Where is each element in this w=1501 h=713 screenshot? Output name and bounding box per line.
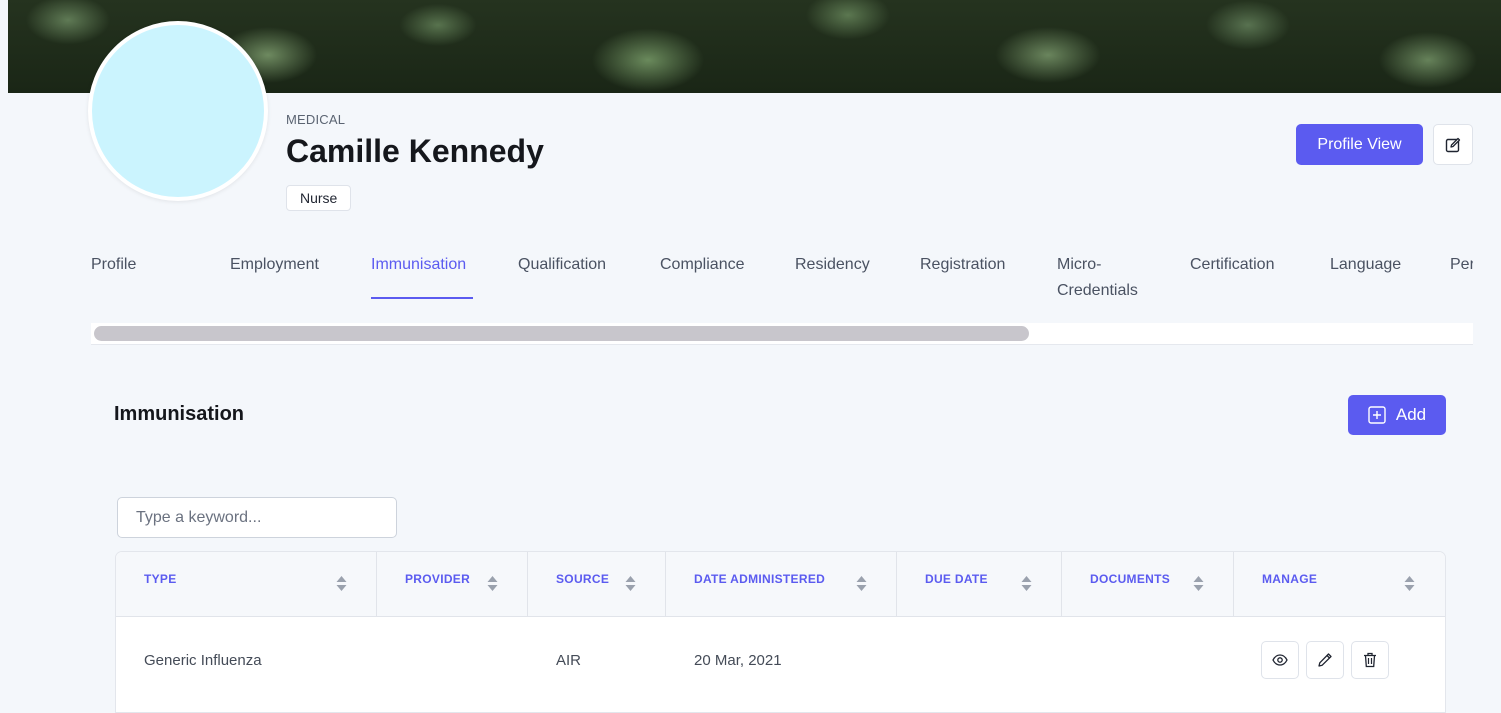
tab-certification[interactable]: Certification <box>1190 252 1274 278</box>
column-header-manage[interactable]: MANAGE <box>1234 552 1445 616</box>
trash-icon <box>1364 652 1376 668</box>
tab-per[interactable]: Per <box>1450 252 1473 278</box>
sort-icon <box>856 576 867 591</box>
add-button[interactable]: Add <box>1348 395 1446 435</box>
tab-residency[interactable]: Residency <box>795 252 870 278</box>
tab-qualification[interactable]: Qualification <box>518 252 606 278</box>
profile-name: Camille Kennedy <box>286 133 544 169</box>
column-header-date-administered[interactable]: DATE ADMINISTERED <box>666 552 897 616</box>
tab-profile[interactable]: Profile <box>91 252 136 278</box>
tab-micro-credentials-line2: Credentials <box>1057 282 1138 299</box>
pencil-icon <box>1318 653 1332 667</box>
section-title: Immunisation <box>114 403 245 425</box>
tab-employment[interactable]: Employment <box>230 252 319 278</box>
tab-immunisation[interactable]: Immunisation <box>371 252 466 278</box>
tab-registration[interactable]: Registration <box>920 252 1005 278</box>
search-input[interactable] <box>117 497 397 538</box>
table-header: TYPE PROVIDER SOURCE DATE ADMINISTERED D… <box>116 552 1445 617</box>
tab-compliance[interactable]: Compliance <box>660 252 744 278</box>
immunisation-table: TYPE PROVIDER SOURCE DATE ADMINISTERED D… <box>115 551 1446 713</box>
column-header-type[interactable]: TYPE <box>116 552 377 616</box>
role-badge: Nurse <box>286 185 352 211</box>
eye-icon <box>1272 654 1288 666</box>
active-tab-indicator <box>371 297 473 299</box>
tab-micro-credentials-line1: Micro- <box>1057 256 1102 273</box>
tabs-scrollbar-thumb[interactable] <box>94 326 1029 341</box>
profile-view-button[interactable]: Profile View <box>1296 124 1423 165</box>
view-button[interactable] <box>1261 641 1299 679</box>
cell-date-administered: 20 Mar, 2021 <box>694 652 782 669</box>
sort-icon <box>336 576 347 591</box>
sort-icon <box>1193 576 1204 591</box>
edit-profile-button[interactable] <box>1433 124 1473 165</box>
sort-icon <box>487 576 498 591</box>
sort-icon <box>1021 576 1032 591</box>
delete-button[interactable] <box>1351 641 1389 679</box>
tab-micro-credentials[interactable]: Micro- Credentials <box>1057 252 1138 304</box>
avatar <box>88 21 268 201</box>
plus-square-icon <box>1368 406 1386 424</box>
tab-language[interactable]: Language <box>1330 252 1401 278</box>
column-header-source[interactable]: SOURCE <box>528 552 666 616</box>
edit-button[interactable] <box>1306 641 1344 679</box>
sort-icon <box>625 576 636 591</box>
profile-category: MEDICAL <box>286 112 346 127</box>
edit-icon <box>1445 137 1461 152</box>
profile-tabs: Profile Employment Immunisation Qualific… <box>91 250 1473 310</box>
column-header-due-date[interactable]: DUE DATE <box>897 552 1062 616</box>
tabs-scrollbar[interactable] <box>91 323 1473 345</box>
sort-icon <box>1404 576 1415 591</box>
column-header-provider[interactable]: PROVIDER <box>377 552 528 616</box>
column-header-documents[interactable]: DOCUMENTS <box>1062 552 1234 616</box>
cell-source: AIR <box>556 652 582 669</box>
add-button-label: Add <box>1395 405 1427 424</box>
cell-type: Generic Influenza <box>144 652 262 669</box>
